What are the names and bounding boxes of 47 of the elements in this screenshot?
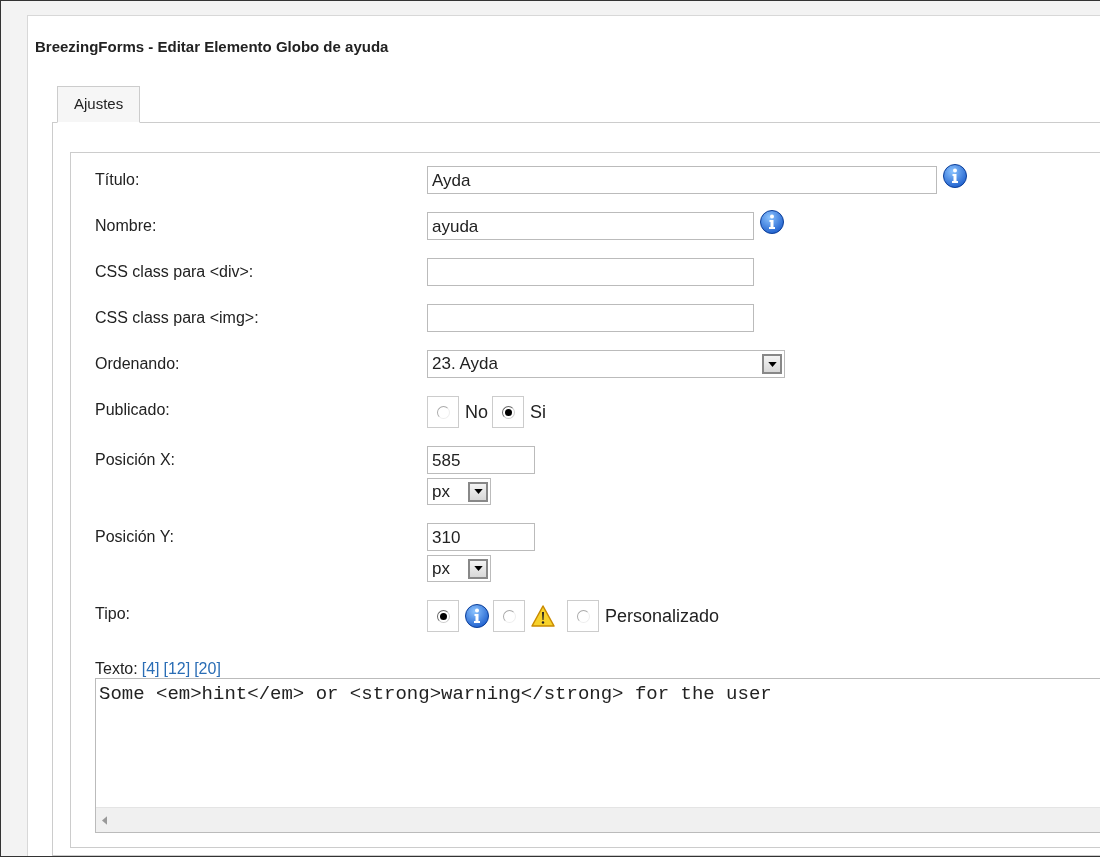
scroll-left-icon <box>102 815 107 825</box>
dropdown-button[interactable] <box>468 558 488 579</box>
field-label: Posición Y: <box>95 527 175 547</box>
info-icon <box>465 604 489 628</box>
text-field[interactable] <box>427 258 754 286</box>
field-label: Publicado: <box>95 400 171 420</box>
field-label: Texto: <box>95 660 138 678</box>
caret-icon <box>473 489 483 494</box>
size-link[interactable]: [12] <box>163 660 191 678</box>
field-label: CSS class para <div>: <box>95 262 255 282</box>
dropdown[interactable]: 23. Ayda <box>427 350 785 378</box>
field-label: Nombre: <box>95 216 158 236</box>
tab[interactable]: Ajustes <box>57 86 141 123</box>
radio-button[interactable] <box>493 600 525 632</box>
radio-label: No <box>465 401 488 423</box>
dropdown-value: px <box>432 558 450 579</box>
field-label: CSS class para <img>: <box>95 308 260 328</box>
page-title: BreezingForms - Editar Elemento Globo de ayuda <box>35 37 390 57</box>
size-link[interactable]: [4] <box>141 660 160 678</box>
dropdown-button[interactable] <box>762 354 782 374</box>
field-label: Ordenando: <box>95 354 181 374</box>
dropdown-value: 23. Ayda <box>432 354 498 374</box>
dropdown[interactable]: px <box>427 555 491 582</box>
text-field[interactable]: 585 <box>427 446 535 474</box>
text-area-content: Some <em>hint</em> or <strong>warning</strong> for the user <box>98 682 773 707</box>
radio-button[interactable] <box>567 600 599 632</box>
text-area[interactable]: Some <em>hint</em> or <strong>warning</strong> for the user <box>95 678 1100 833</box>
text-field[interactable] <box>427 304 754 332</box>
dropdown[interactable]: px <box>427 478 491 505</box>
field-label: Tipo: <box>95 604 131 624</box>
dropdown-button[interactable] <box>468 481 488 502</box>
size-link[interactable]: [20] <box>194 660 221 678</box>
text-field[interactable]: 310 <box>427 523 535 551</box>
radio-label: Personalizado <box>605 605 720 627</box>
text-field[interactable]: ayuda <box>427 212 754 240</box>
horizontal-scrollbar[interactable] <box>96 807 1100 832</box>
text-field[interactable]: Ayda <box>427 166 937 194</box>
field-label: Posición X: <box>95 450 177 470</box>
radio-label: Si <box>530 401 547 423</box>
caret-icon <box>473 566 483 571</box>
radio-button[interactable] <box>427 600 459 632</box>
caret-icon <box>767 361 777 367</box>
dropdown-value: px <box>432 481 450 502</box>
radio-button[interactable] <box>492 396 524 428</box>
field-label: Título: <box>95 170 141 190</box>
warning-icon <box>531 604 555 628</box>
radio-button[interactable] <box>427 396 459 428</box>
